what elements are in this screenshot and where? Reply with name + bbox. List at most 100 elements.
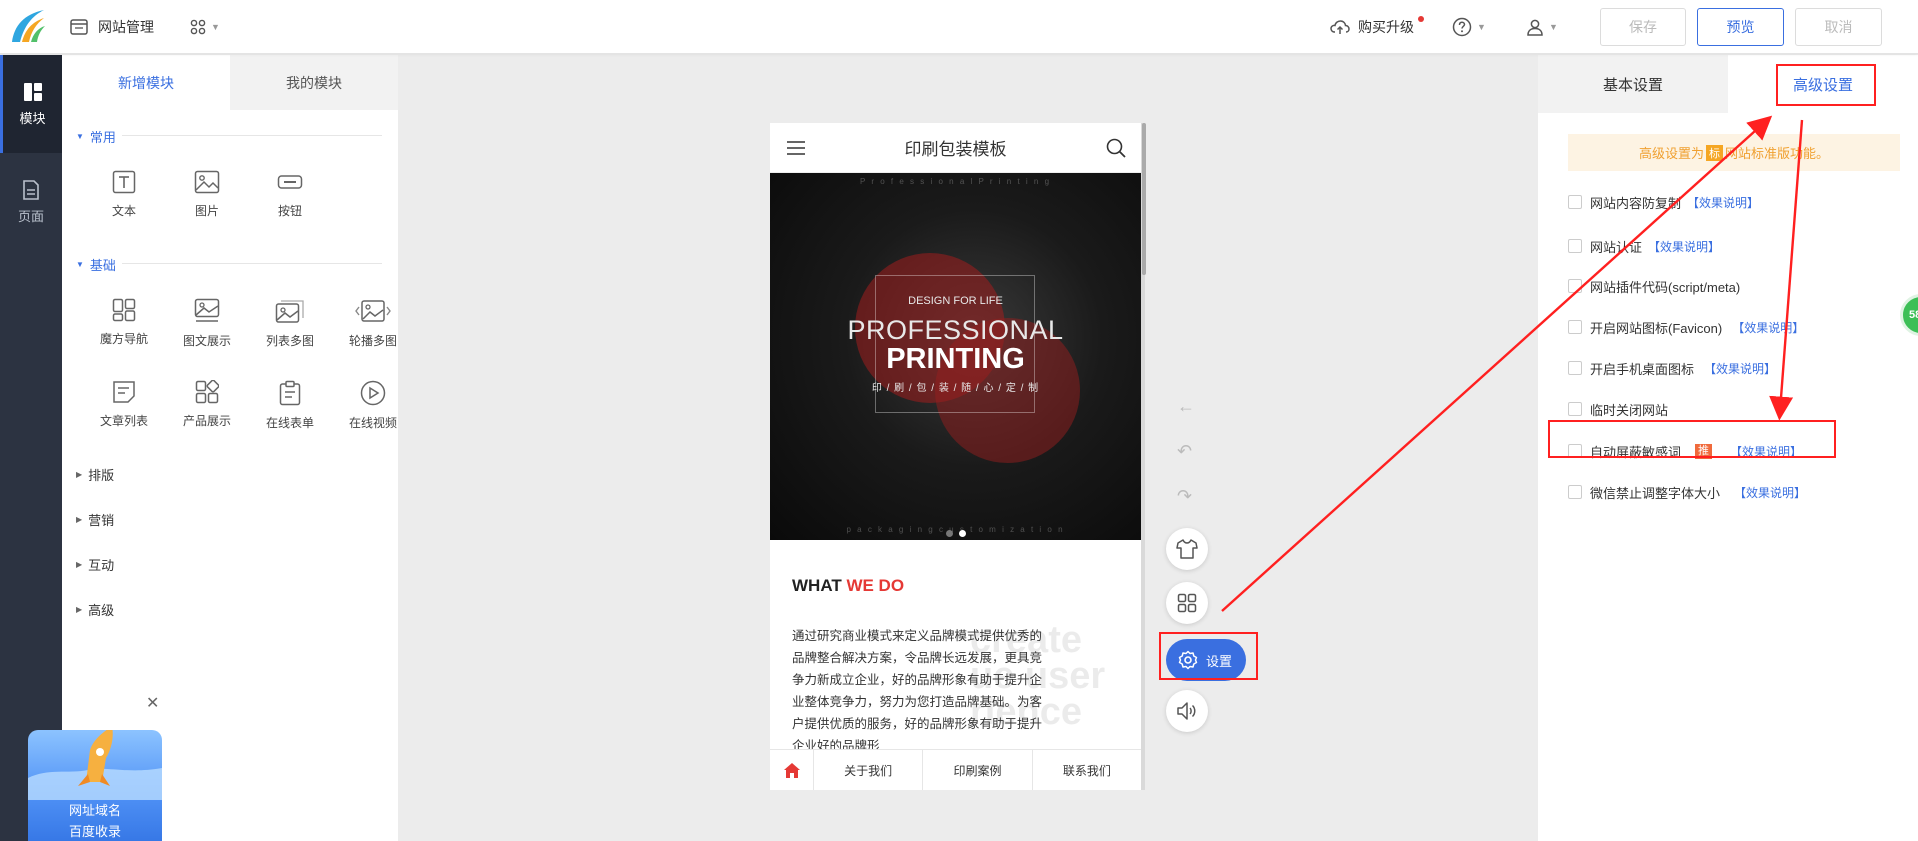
back-icon[interactable]: ← xyxy=(1177,396,1195,417)
option-label: 临时关闭网站 xyxy=(1590,402,1669,418)
effect-link[interactable]: 【效果说明】 xyxy=(1732,319,1804,336)
checkbox[interactable] xyxy=(1568,195,1582,209)
option-site-verify[interactable]: 网站认证 【效果说明】 xyxy=(1568,236,1720,256)
save-button[interactable]: 保存 xyxy=(1600,8,1686,46)
module-online-video[interactable]: 在线视频 xyxy=(333,380,413,442)
theme-button[interactable] xyxy=(1166,528,1208,570)
notice-suffix: 网站标准版功能。 xyxy=(1725,146,1830,161)
page-icon xyxy=(23,179,39,200)
sound-button[interactable] xyxy=(1166,690,1208,732)
module-label: 按钮 xyxy=(277,204,302,218)
checkbox[interactable] xyxy=(1568,239,1582,253)
footer-cases[interactable]: 印刷案例 xyxy=(923,750,1033,790)
checkbox[interactable] xyxy=(1568,279,1582,293)
module-carousel[interactable]: 轮播多图 xyxy=(333,298,413,360)
phone-preview[interactable]: 印刷包装模板 P r o f e s s i o n a l P r i n t… xyxy=(770,123,1145,790)
rail-item-label: 页面 xyxy=(17,208,44,224)
undo-icon[interactable]: ↶ xyxy=(1177,441,1192,462)
effect-link[interactable]: 【效果说明】 xyxy=(1687,194,1759,211)
divider xyxy=(122,263,382,264)
phone-scrollbar[interactable] xyxy=(1142,123,1146,275)
option-label: 网站内容防复制 xyxy=(1590,195,1682,211)
module-panel: 新增模块 我的模块 ▼ 常用 文本 图片 按钮 ▼ 基础 魔方导航 图文展示 列… xyxy=(62,55,398,841)
carousel-dot-active[interactable] xyxy=(959,530,966,537)
effect-link[interactable]: 【效果说明】 xyxy=(1734,484,1806,501)
module-online-form[interactable]: 在线表单 xyxy=(250,380,330,442)
carousel-icon xyxy=(355,300,391,322)
checkbox[interactable] xyxy=(1568,402,1582,416)
option-plugin-code[interactable]: 网站插件代码(script/meta) xyxy=(1568,276,1740,296)
option-close-site[interactable]: 临时关闭网站 xyxy=(1568,399,1668,419)
option-label: 网站插件代码(script/meta) xyxy=(1590,279,1741,295)
module-label: 在线表单 xyxy=(265,416,314,430)
section-basic-header[interactable]: ▼ 基础 xyxy=(76,255,116,274)
modules-button[interactable] xyxy=(1166,582,1208,624)
buy-upgrade-label: 购买升级 xyxy=(1358,19,1414,35)
home-icon xyxy=(783,763,800,778)
app-logo[interactable] xyxy=(8,8,48,46)
effect-link[interactable]: 【效果说明】 xyxy=(1704,360,1776,377)
option-favicon[interactable]: 开启网站图标(Favicon) 【效果说明】 xyxy=(1568,317,1804,337)
module-list-images[interactable]: 列表多图 xyxy=(250,298,330,360)
chevron-down-icon: ▼ xyxy=(211,22,220,32)
rail-item-pages[interactable]: 页面 xyxy=(0,153,62,251)
cancel-button[interactable]: 取消 xyxy=(1795,8,1882,46)
menu-icon[interactable] xyxy=(787,141,805,155)
promo-banner[interactable]: 网址域名 百度收录 xyxy=(28,730,162,841)
option-wechat-font[interactable]: 微信禁止调整字体大小 【效果说明】 xyxy=(1568,482,1806,502)
site-manage-label: 网站管理 xyxy=(98,19,154,35)
section-layout[interactable]: ▶ 排版 xyxy=(76,465,114,484)
user-menu[interactable]: ▼ xyxy=(1526,0,1558,54)
module-label: 魔方导航 xyxy=(99,332,148,346)
redo-icon[interactable]: ↷ xyxy=(1177,486,1192,507)
banner-design-text: DESIGN FOR LIFE xyxy=(908,295,1003,307)
section-common-header[interactable]: ▼ 常用 xyxy=(76,127,116,146)
module-cube-nav[interactable]: 魔方导航 xyxy=(84,298,164,360)
hero-banner[interactable]: P r o f e s s i o n a l P r i n t i n g … xyxy=(770,173,1141,540)
preview-button[interactable]: 预览 xyxy=(1697,8,1784,46)
notice-prefix: 高级设置为 xyxy=(1638,146,1704,161)
search-icon[interactable] xyxy=(1106,138,1126,158)
checkbox[interactable] xyxy=(1568,320,1582,334)
buy-upgrade-button[interactable]: 购买升级 xyxy=(1330,0,1414,54)
tab-new-module[interactable]: 新增模块 xyxy=(62,55,230,110)
rail-item-modules[interactable]: 模块 xyxy=(0,55,62,153)
option-anti-copy[interactable]: 网站内容防复制 【效果说明】 xyxy=(1568,192,1759,212)
module-image[interactable]: 图片 xyxy=(167,170,247,232)
checkbox[interactable] xyxy=(1568,485,1582,499)
section-title: 排版 xyxy=(88,468,115,483)
help-menu[interactable]: ▼ xyxy=(1452,0,1486,54)
upgrade-notice: 高级设置为 标 网站标准版功能。 xyxy=(1568,134,1900,171)
rail-item-label: 模块 xyxy=(19,110,46,126)
module-article-list[interactable]: 文章列表 xyxy=(84,380,164,442)
product-icon xyxy=(195,380,219,404)
section-marketing[interactable]: ▶ 营销 xyxy=(76,510,114,529)
section-advanced[interactable]: ▶ 高级 xyxy=(76,600,114,619)
site-manage-menu[interactable]: 网站管理 xyxy=(70,0,154,54)
banner-subtitle: 印 / 刷 / 包 / 装 / 随 / 心 / 定 / 制 xyxy=(871,383,1040,394)
close-icon[interactable]: ✕ xyxy=(146,693,159,713)
tab-basic-settings[interactable]: 基本设置 xyxy=(1538,55,1728,113)
module-product[interactable]: 产品展示 xyxy=(167,380,247,442)
banner-headline-2: PRINTING xyxy=(886,343,1025,375)
section-paragraph: 通过研究商业模式来定义品牌模式提供优秀的品牌整合解决方案，令品牌长远发展，更具竞… xyxy=(792,629,1043,753)
article-list-icon xyxy=(113,381,135,403)
module-button[interactable]: 按钮 xyxy=(250,170,330,232)
module-image-text[interactable]: 图文展示 xyxy=(167,298,247,360)
module-text[interactable]: 文本 xyxy=(84,170,164,232)
section-title: 高级 xyxy=(88,603,115,618)
effect-link[interactable]: 【效果说明】 xyxy=(1648,238,1720,255)
footer-about[interactable]: 关于我们 xyxy=(814,750,924,790)
footer-home[interactable] xyxy=(770,750,814,790)
option-mobile-icon[interactable]: 开启手机桌面图标 【效果说明】 xyxy=(1568,358,1776,378)
caret-right-icon: ▶ xyxy=(76,470,83,479)
button-icon xyxy=(277,175,303,189)
carousel-dot[interactable] xyxy=(946,530,953,537)
heading-black: WHAT xyxy=(792,576,847,595)
footer-contact[interactable]: 联系我们 xyxy=(1033,750,1141,790)
image-icon xyxy=(194,170,220,194)
checkbox[interactable] xyxy=(1568,361,1582,375)
section-interaction[interactable]: ▶ 互动 xyxy=(76,555,114,574)
apps-menu[interactable]: ▼ xyxy=(190,0,220,54)
tab-my-module[interactable]: 我的模块 xyxy=(230,55,398,110)
